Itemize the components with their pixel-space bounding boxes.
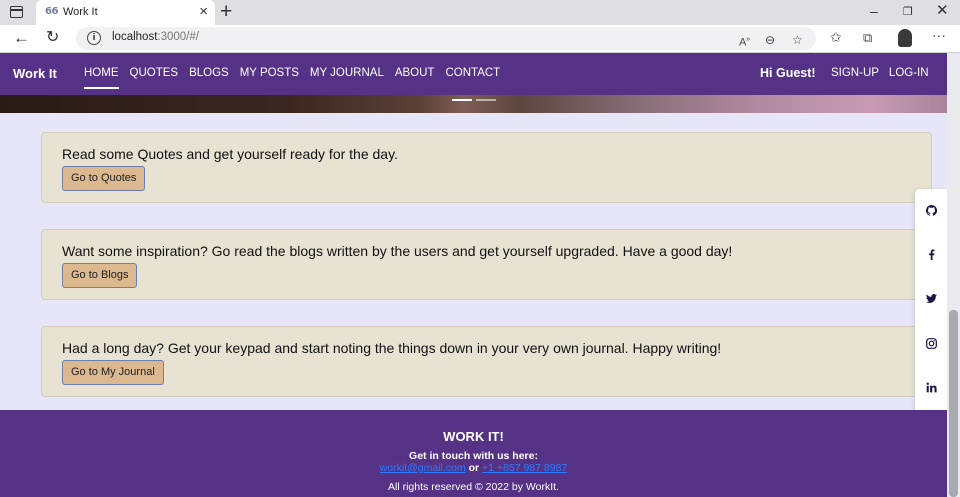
- favorites-icon[interactable]: ✩: [830, 30, 842, 44]
- restore-icon[interactable]: ❐: [903, 4, 913, 20]
- add-favorite-icon[interactable]: ☆: [792, 33, 803, 47]
- auth-links: SIGN-UP LOG-IN: [831, 66, 929, 81]
- footer-or-text: or: [468, 462, 480, 474]
- nav-link-home[interactable]: HOME: [84, 66, 119, 89]
- read-aloud-icon[interactable]: A»: [739, 33, 750, 50]
- footer-contact-line: workit@gmail.com or +1 +857 987 8987: [0, 462, 947, 474]
- nav-link-quotes[interactable]: QUOTES: [130, 66, 179, 89]
- brand-logo[interactable]: Work It: [13, 66, 57, 81]
- card-text: Had a long day? Get your keypad and star…: [62, 340, 722, 356]
- login-link[interactable]: LOG-IN: [889, 66, 929, 81]
- nav-link-contact[interactable]: CONTACT: [445, 66, 500, 89]
- nav-link-blogs[interactable]: BLOGS: [189, 66, 229, 89]
- zoom-icon[interactable]: ⊖: [765, 33, 775, 47]
- card-text: Read some Quotes and get yourself ready …: [62, 146, 398, 162]
- card-text: Want some inspiration? Go read the blogs…: [62, 243, 733, 259]
- footer-title: WORK IT!: [443, 429, 504, 444]
- site-footer: WORK IT! Get in touch with us here: work…: [0, 410, 947, 497]
- journal-card: Had a long day? Get your keypad and star…: [41, 326, 932, 397]
- carousel-indicator-2[interactable]: [476, 99, 496, 101]
- nav-link-about[interactable]: ABOUT: [395, 66, 435, 89]
- quotes-card: Read some Quotes and get yourself ready …: [41, 132, 932, 203]
- address-bar[interactable]: i localhost:3000/#/ A» ⊖ ☆: [76, 27, 816, 50]
- minimize-icon[interactable]: –: [870, 3, 878, 19]
- signup-link[interactable]: SIGN-UP: [831, 66, 879, 81]
- footer-contact-heading: Get in touch with us here:: [409, 450, 538, 462]
- footer-phone-link[interactable]: +1 +857 987 8987: [482, 462, 567, 474]
- info-icon[interactable]: i: [87, 31, 101, 45]
- scrollbar-thumb[interactable]: [949, 310, 958, 497]
- twitter-icon[interactable]: [915, 293, 947, 304]
- greeting: Hi Guest!: [760, 66, 816, 80]
- address-toolbar: ← ↻ i localhost:3000/#/ A» ⊖ ☆ ✩ ⧉ ···: [0, 25, 960, 53]
- go-to-quotes-button[interactable]: Go to Quotes: [62, 166, 146, 191]
- nav-links: HOME QUOTES BLOGS MY POSTS MY JOURNAL AB…: [84, 66, 500, 89]
- favicon-icon: 66: [45, 6, 58, 17]
- blogs-card: Want some inspiration? Go read the blogs…: [41, 229, 932, 300]
- back-arrow-icon[interactable]: ←: [13, 28, 30, 48]
- hero-carousel: [0, 95, 947, 116]
- browser-tabbar: 66 Work It × + – ❐ ✕: [0, 0, 960, 25]
- close-tab-icon[interactable]: ×: [199, 4, 208, 19]
- browser-tab[interactable]: 66 Work It ×: [36, 0, 215, 25]
- social-sidebar: [915, 189, 947, 416]
- footer-email-link[interactable]: workit@gmail.com: [380, 462, 466, 474]
- tab-title: Work It: [63, 6, 98, 18]
- new-tab-icon[interactable]: +: [220, 0, 232, 24]
- facebook-icon[interactable]: [915, 249, 947, 260]
- go-to-blogs-button[interactable]: Go to Blogs: [62, 263, 138, 288]
- carousel-indicator-1[interactable]: [452, 99, 472, 101]
- site-navbar: Work It HOME QUOTES BLOGS MY POSTS MY JO…: [0, 53, 947, 95]
- instagram-icon[interactable]: [915, 338, 947, 349]
- nav-link-my-posts[interactable]: MY POSTS: [240, 66, 299, 89]
- url-text[interactable]: localhost:3000/#/: [112, 31, 199, 43]
- go-to-my-journal-button[interactable]: Go to My Journal: [62, 360, 164, 385]
- profile-icon[interactable]: [898, 29, 912, 47]
- collections-icon[interactable]: ⧉: [863, 31, 872, 45]
- tab-actions-icon[interactable]: [10, 6, 23, 18]
- footer-copyright: All rights reserved © 2022 by WorkIt.: [388, 481, 559, 493]
- github-icon[interactable]: [915, 205, 947, 216]
- refresh-icon[interactable]: ↻: [46, 28, 59, 48]
- linkedin-icon[interactable]: [915, 382, 947, 393]
- nav-link-my-journal[interactable]: MY JOURNAL: [310, 66, 384, 89]
- more-icon[interactable]: ···: [932, 28, 946, 42]
- close-window-icon[interactable]: ✕: [936, 3, 949, 19]
